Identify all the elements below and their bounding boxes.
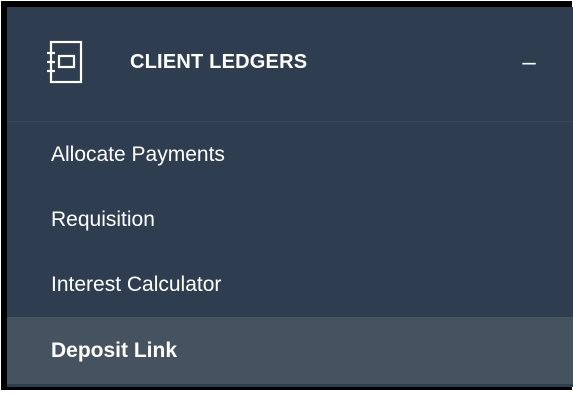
panel-title: CLIENT LEDGERS xyxy=(130,51,308,73)
menu-item-deposit-link[interactable]: Deposit Link xyxy=(7,317,573,384)
ledger-book-icon xyxy=(47,40,83,84)
client-ledgers-panel: CLIENT LEDGERS – Allocate Payments Requi… xyxy=(7,7,573,387)
collapse-icon[interactable]: – xyxy=(517,43,541,83)
ledger-menu: Allocate Payments Requisition Interest C… xyxy=(7,122,573,384)
menu-item-allocate-payments[interactable]: Allocate Payments xyxy=(7,122,573,187)
menu-item-interest-calculator[interactable]: Interest Calculator xyxy=(7,252,573,317)
panel-header[interactable]: CLIENT LEDGERS – xyxy=(7,7,573,122)
menu-item-requisition[interactable]: Requisition xyxy=(7,187,573,252)
